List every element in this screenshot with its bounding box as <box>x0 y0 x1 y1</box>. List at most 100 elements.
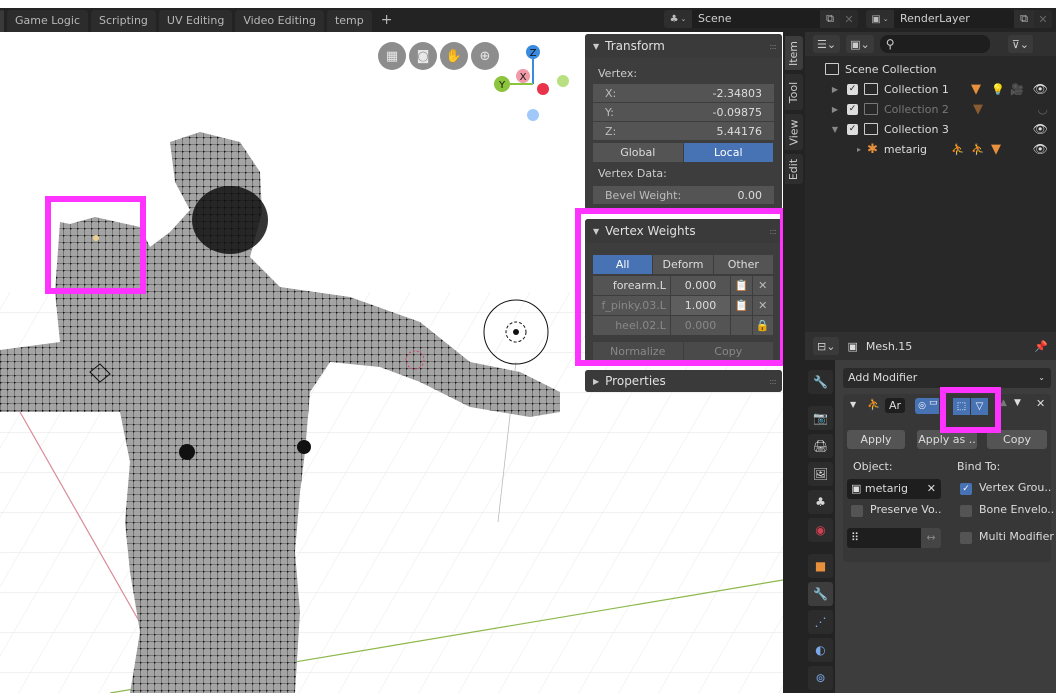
filter-other[interactable]: Other <box>713 255 774 274</box>
weight-value[interactable]: 1.000 <box>670 296 732 316</box>
new-scene-button[interactable]: ⧉ <box>820 10 840 28</box>
show-render-icon[interactable]: ◎ <box>915 398 929 414</box>
copy-modifier-button[interactable]: Copy <box>987 430 1047 449</box>
tab-video-editing[interactable]: Video Editing <box>235 10 324 32</box>
outliner-item-collection-2[interactable]: ▶ ✓ Collection 2 ▼ ◡ <box>805 99 1056 119</box>
object-field[interactable]: ▣ metarig ✕ <box>847 479 941 499</box>
remove-modifier-icon[interactable]: ✕ <box>1036 397 1045 410</box>
paste-weight-icon[interactable]: 📋 <box>731 276 753 296</box>
camera-icon[interactable]: 🎥 <box>1010 83 1024 96</box>
render-layer-icon[interactable]: ▣ ⌄ <box>866 10 894 28</box>
exclude-checkbox[interactable]: ✓ <box>847 103 858 115</box>
bone-envelopes-checkbox[interactable] <box>960 505 972 517</box>
outliner-search-input[interactable]: ⚲ <box>879 35 990 53</box>
tab-temp[interactable]: temp <box>326 10 372 32</box>
copy-button[interactable]: Copy <box>683 342 774 361</box>
transform-header[interactable]: ▼ Transform:::: <box>585 34 782 58</box>
expand-icon[interactable]: ▶ <box>829 85 841 94</box>
workspace-tab-partial[interactable] <box>0 10 4 32</box>
mesh-icon[interactable]: ▼ <box>973 102 983 117</box>
world-icon[interactable]: ◉ <box>808 518 833 542</box>
physics-icon[interactable]: ◐ <box>808 638 833 662</box>
outliner-item-collection-3[interactable]: ▼ ✓ Collection 3 👁 <box>805 119 1056 139</box>
display-mode-icon[interactable]: ☰⌄ <box>813 35 841 53</box>
paste-weight-icon[interactable]: 📋 <box>731 296 753 316</box>
weight-value[interactable]: 0.000 <box>670 276 732 296</box>
modifier-icon[interactable]: 🔧 <box>808 582 833 606</box>
pin-icon[interactable]: 📌 <box>1034 340 1048 353</box>
apply-as-button[interactable]: Apply as .. <box>917 430 977 449</box>
delete-weight-icon[interactable]: ✕ <box>752 276 774 296</box>
particles-icon[interactable]: ⋰ <box>808 610 833 634</box>
bevel-weight-field[interactable]: Bevel Weight: 0.00 <box>593 186 774 205</box>
invert-vertex-group-icon[interactable]: ↔ <box>921 528 941 548</box>
drag-grip-icon[interactable]: :::: <box>769 227 777 236</box>
scene-collection-row[interactable]: Scene Collection <box>805 59 1056 79</box>
constraints-icon[interactable]: ⊚ <box>808 666 833 690</box>
delete-scene-button[interactable]: ✕ <box>840 10 858 28</box>
properties-subpanel-header[interactable]: ▶ Properties:::: <box>585 370 782 392</box>
bone-pose-icon[interactable]: ⛹ <box>971 143 985 156</box>
outliner-item-metarig[interactable]: ▸ ✱ metarig ⛹ ⛹ ▼ 👁 <box>805 139 1056 159</box>
visibility-hidden-icon[interactable]: ◡ <box>1038 102 1048 116</box>
tab-uv-editing[interactable]: UV Editing <box>158 10 233 32</box>
tool-icon[interactable]: 🔧 <box>808 370 833 394</box>
tab-game-logic[interactable]: Game Logic <box>7 10 88 32</box>
clear-object-icon[interactable]: ✕ <box>927 479 936 499</box>
scene-name-field[interactable]: Scene <box>692 10 820 28</box>
modifier-name-field[interactable]: Ar <box>885 398 906 413</box>
on-cage-icon[interactable]: ▽ <box>971 398 988 415</box>
camera-icon[interactable]: ◙ <box>409 42 437 70</box>
move-down-icon[interactable]: ▼ <box>1014 398 1021 408</box>
tab-scripting[interactable]: Scripting <box>91 10 156 32</box>
expand-icon[interactable]: ▸ <box>853 145 865 154</box>
delete-view-layer-button[interactable]: ✕ <box>1034 10 1052 28</box>
vertex-groups-checkbox[interactable]: ✓ <box>960 483 972 495</box>
vertex-group-field[interactable]: ⠿ <box>847 528 921 548</box>
navigation-gizmo[interactable]: Z X Y <box>494 45 569 121</box>
add-workspace-button[interactable]: + <box>375 9 399 31</box>
normalize-button[interactable]: Normalize <box>593 342 684 361</box>
vertex-x-field[interactable]: X: -2.34803 <box>593 84 774 103</box>
expand-icon[interactable]: ▶ <box>829 105 841 114</box>
pose-icon[interactable]: ⛹ <box>951 143 965 156</box>
edit-mode-icon[interactable]: ⬚ <box>953 398 970 415</box>
vertex-weights-header[interactable]: ▼ Vertex Weights:::: <box>585 219 782 243</box>
global-button[interactable]: Global <box>593 143 684 162</box>
show-viewport-icon[interactable]: ▭ <box>929 398 939 414</box>
collapse-icon[interactable]: ▼ <box>850 400 856 409</box>
delete-weight-icon[interactable]: ✕ <box>752 296 774 316</box>
visibility-eye-icon[interactable]: 👁 <box>1033 122 1048 136</box>
preserve-volume-checkbox[interactable] <box>851 505 863 517</box>
hand-pan-icon[interactable]: ✋ <box>440 42 468 70</box>
outliner-item-collection-1[interactable]: ▶ ✓ Collection 1 ▼ 💡 🎥 👁 <box>805 79 1056 99</box>
exclude-checkbox[interactable]: ✓ <box>847 83 858 95</box>
filter-all[interactable]: All <box>593 255 654 274</box>
visibility-eye-icon[interactable]: 👁 <box>1033 82 1048 96</box>
scene-icon[interactable]: ♣ <box>808 490 833 514</box>
sidebar-tab-item[interactable]: Item <box>785 36 803 70</box>
sidebar-tab-tool[interactable]: Tool <box>785 74 803 110</box>
new-view-layer-button[interactable]: ⧉ <box>1014 10 1034 28</box>
group-name[interactable]: forearm.L <box>593 276 671 296</box>
local-button[interactable]: Local <box>683 143 774 162</box>
editor-type-icon[interactable]: ⊟⌄ <box>813 337 840 355</box>
view-layer-field[interactable]: RenderLayer <box>894 10 1014 28</box>
view-layer-filter-icon[interactable]: ▣⌄ <box>846 35 874 53</box>
apply-button[interactable]: Apply <box>847 430 905 449</box>
vertex-z-field[interactable]: Z: 5.44176 <box>593 122 774 141</box>
object-icon[interactable]: ■ <box>808 554 833 578</box>
render-icon[interactable]: 📷 <box>808 406 833 430</box>
drag-grip-icon[interactable]: :::: <box>769 377 777 386</box>
light-icon[interactable]: 💡 <box>991 83 1005 96</box>
add-modifier-dropdown[interactable]: Add Modifier ⌄ <box>843 368 1051 388</box>
sidebar-tab-view[interactable]: View <box>785 114 803 150</box>
view-layer-icon[interactable]: 🖼 <box>808 462 833 486</box>
grid-view-icon[interactable]: ▦ <box>378 42 406 70</box>
visibility-eye-icon[interactable]: 👁 <box>1033 142 1048 156</box>
collapse-icon[interactable]: ▼ <box>829 125 841 134</box>
move-up-icon[interactable]: ▲ <box>1000 398 1007 408</box>
zoom-icon[interactable]: ⊕ <box>471 42 499 70</box>
output-icon[interactable]: 🖨 <box>808 434 833 458</box>
exclude-checkbox[interactable]: ✓ <box>847 123 858 135</box>
